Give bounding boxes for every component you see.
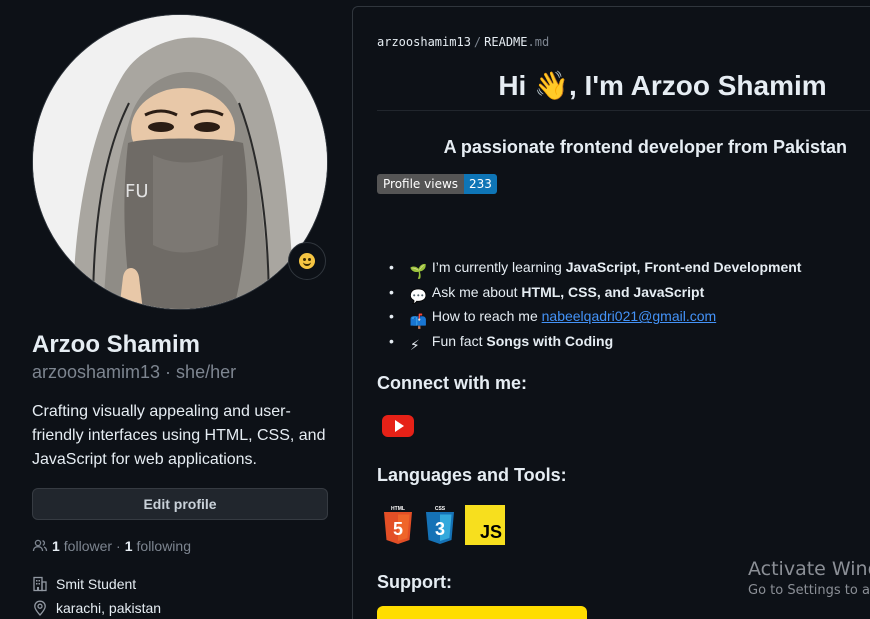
svg-text:CSS: CSS: [435, 506, 446, 512]
connect-heading: Connect with me:: [377, 373, 528, 393]
profile-views-badge: Profile views 233: [377, 174, 497, 194]
followers-label[interactable]: follower: [64, 538, 112, 554]
profile-details: Smit Student karachi, pakistan: [32, 576, 328, 616]
breadcrumb-file-ext: .md: [527, 35, 550, 49]
avatar-wrapper: FU: [32, 14, 328, 310]
follow-separator: ·: [116, 538, 121, 554]
profile-username: arzooshamim13 · she/her: [32, 362, 237, 382]
avatar-watermark: FU: [125, 181, 149, 202]
lightning-icon: ⚡: [409, 337, 420, 354]
activation-subtitle: Go to Settings to a: [748, 583, 870, 598]
list-item: 🌱 I’m currently learning JavaScript, Fro…: [389, 255, 802, 280]
smiley-face-icon: [299, 253, 315, 269]
edit-profile-button[interactable]: Edit profile: [32, 488, 328, 520]
profile-sidebar: FU Arzoo Shamim arzooshamim13 · she/her …: [32, 14, 328, 616]
profile-views-label: Profile views: [377, 174, 465, 194]
profile-name: Arzoo Shamim: [32, 331, 201, 358]
avatar[interactable]: FU: [32, 14, 328, 310]
html5-icon[interactable]: HTML 5: [381, 505, 415, 545]
list-item-text: How to reach me nabeelqadri021@gmail.com: [431, 308, 717, 325]
follow-stats: 1 follower · 1 following: [32, 538, 328, 554]
avatar-illustration: FU: [33, 15, 327, 309]
list-item-text: I’m currently learning JavaScript, Front…: [431, 259, 802, 275]
list-item: ⚡ Fun fact Songs with Coding: [389, 329, 801, 354]
status-emoji-button[interactable]: [288, 242, 326, 280]
list-item: 💬 Ask me about HTML, CSS, and JavaScript: [389, 280, 801, 305]
profile-bio: Crafting visually appealing and user-fri…: [32, 403, 326, 468]
svg-text:HTML: HTML: [391, 506, 405, 512]
seedling-icon: 🌱: [409, 263, 428, 280]
profile-location: karachi, pakistan: [32, 600, 328, 616]
profile-company: Smit Student: [32, 576, 328, 592]
svg-text:5: 5: [393, 519, 403, 539]
breadcrumb-separator: /: [473, 35, 482, 49]
building-icon: [33, 576, 47, 592]
readme-breadcrumb: arzooshamim13/README.md: [377, 35, 549, 49]
css3-icon[interactable]: CSS 3: [423, 505, 457, 545]
people-icon: [32, 539, 48, 552]
location-text: karachi, pakistan: [56, 600, 162, 616]
company-text: Smit Student: [56, 576, 137, 592]
breadcrumb-file-name[interactable]: README: [484, 35, 527, 49]
readme-heading: Hi 👋, I'm Arzoo Shamim: [377, 69, 870, 102]
js-label: JS: [479, 522, 502, 542]
readme-subheading: A passionate frontend developer from Pak…: [443, 137, 847, 157]
heading-greeting: Hi: [498, 70, 527, 101]
heading-name: , I'm Arzoo Shamim: [568, 70, 827, 101]
buy-me-a-coffee-button[interactable]: [377, 606, 587, 619]
list-item: 📫 How to reach me nabeelqadri021@gmail.c…: [389, 304, 801, 329]
location-pin-icon: [34, 600, 46, 616]
about-list: 🌱 I’m currently learning JavaScript, Fro…: [389, 255, 802, 354]
waving-hand-icon: 👋: [534, 70, 569, 101]
activation-title: Activate Wind: [748, 558, 870, 580]
email-link[interactable]: nabeelqadri021@gmail.com: [542, 308, 717, 324]
followers-count[interactable]: 1: [52, 538, 60, 554]
profile-views-count: 233: [464, 174, 497, 194]
svg-text:3: 3: [435, 519, 445, 539]
mailbox-icon: 📫: [409, 312, 428, 329]
tools-list: HTML 5 CSS 3 JS: [381, 505, 505, 545]
following-count[interactable]: 1: [125, 538, 133, 554]
readme-card: arzooshamim13/README.md Hi 👋, I'm Arzoo …: [352, 6, 870, 619]
support-heading: Support:: [377, 572, 452, 592]
speech-bubble-icon: 💬: [409, 288, 428, 305]
breadcrumb-owner-link[interactable]: arzooshamim13: [377, 35, 471, 49]
windows-activation-watermark: Activate Wind Go to Settings to a: [748, 557, 870, 601]
javascript-icon[interactable]: JS: [465, 505, 505, 545]
youtube-icon[interactable]: [382, 415, 414, 437]
list-item-text: Fun fact Songs with Coding: [431, 333, 614, 350]
languages-heading: Languages and Tools:: [377, 465, 567, 485]
heading-divider: [377, 110, 870, 111]
list-item-text: Ask me about HTML, CSS, and JavaScript: [431, 283, 705, 300]
following-label[interactable]: following: [137, 538, 191, 554]
